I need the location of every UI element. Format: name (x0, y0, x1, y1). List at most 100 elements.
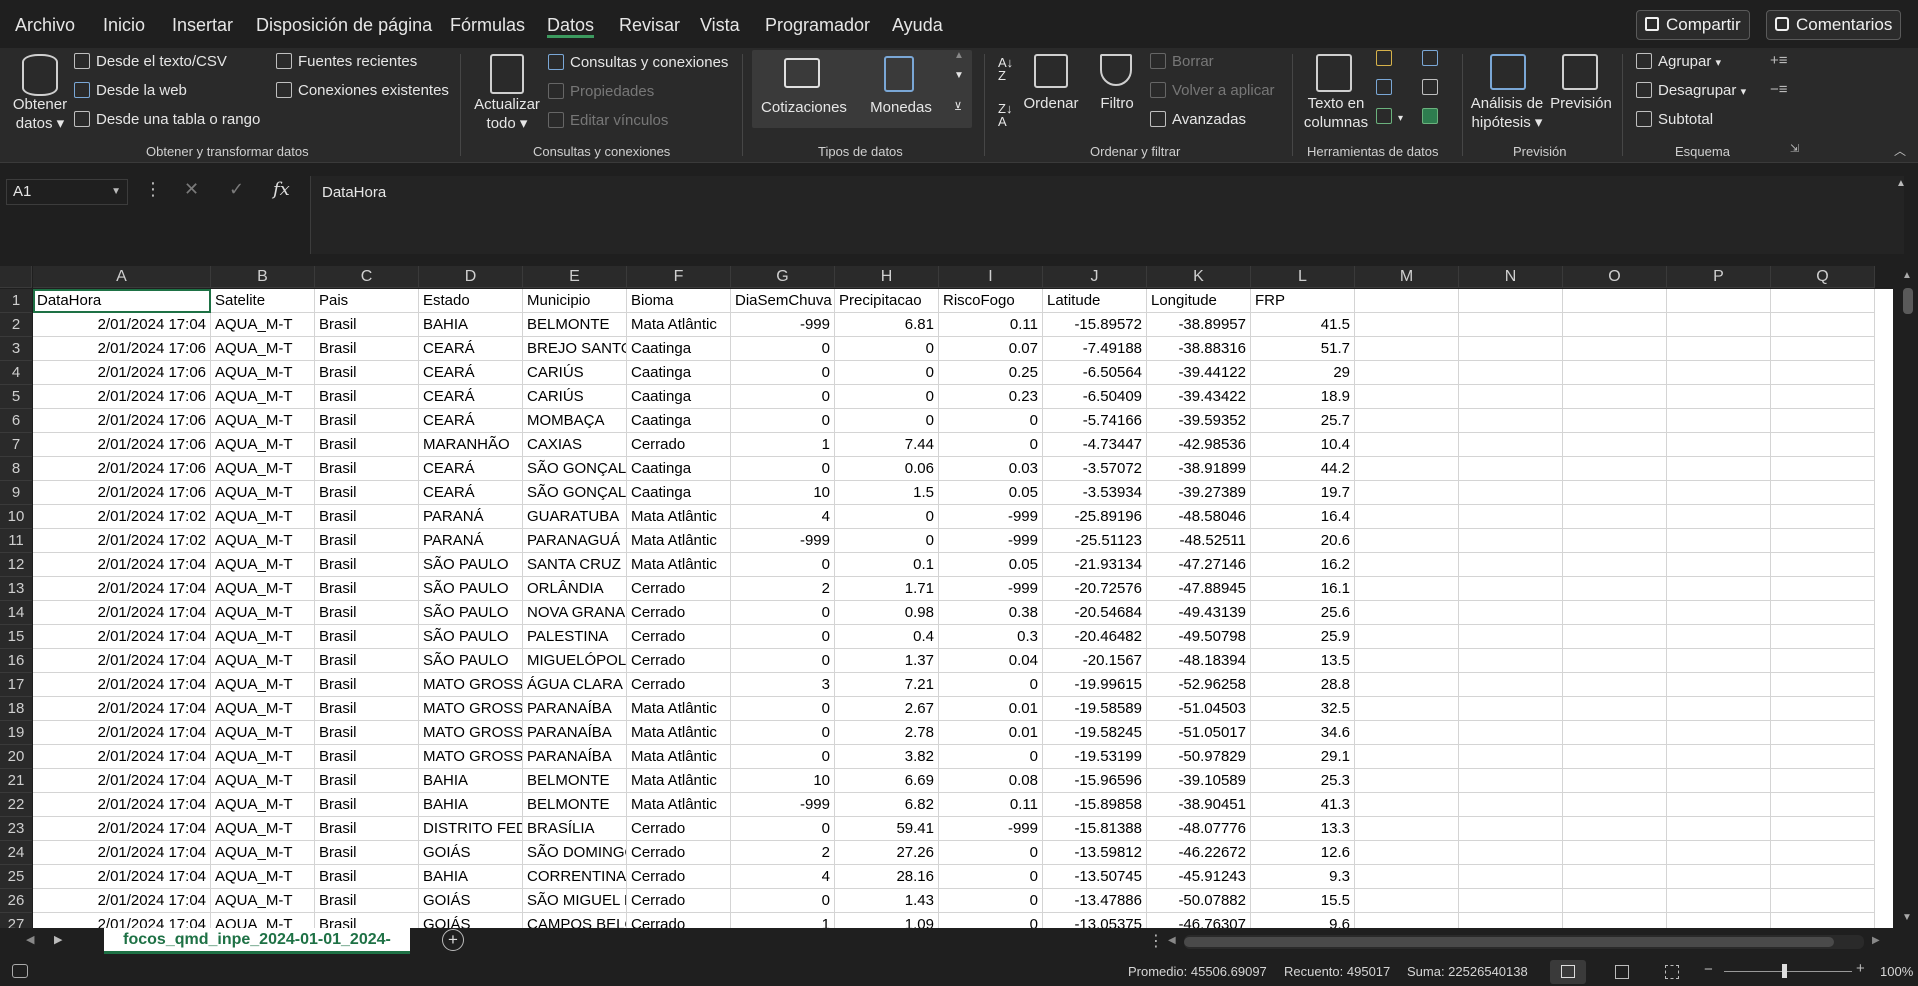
table-cell[interactable] (1355, 649, 1459, 673)
table-cell[interactable]: 0.08 (939, 769, 1043, 793)
table-cell[interactable]: MATO GROSSO (419, 745, 523, 769)
table-cell[interactable]: 59.41 (835, 817, 939, 841)
table-cell[interactable]: 25.3 (1251, 769, 1355, 793)
table-cell[interactable]: Brasil (315, 505, 419, 529)
recent-sources-button[interactable]: Fuentes recientes (276, 53, 417, 70)
table-cell[interactable]: -51.05017 (1147, 721, 1251, 745)
table-cell[interactable]: 0 (731, 745, 835, 769)
table-cell[interactable] (1771, 625, 1875, 649)
table-cell[interactable] (1667, 457, 1771, 481)
collapse-ribbon-icon[interactable]: ︿ (1894, 142, 1906, 159)
table-cell[interactable]: CEARÁ (419, 481, 523, 505)
header-cell[interactable]: FRP (1251, 289, 1355, 313)
table-cell[interactable]: 6.81 (835, 313, 939, 337)
table-cell[interactable]: -20.72576 (1043, 577, 1147, 601)
share-button[interactable]: Compartir (1636, 10, 1750, 40)
table-cell[interactable]: AQUA_M-T (211, 889, 315, 913)
table-cell[interactable]: 2/01/2024 17:04 (33, 769, 211, 793)
table-cell[interactable]: 2/01/2024 17:04 (33, 313, 211, 337)
table-cell[interactable]: 1.09 (835, 913, 939, 928)
sort-az-icon[interactable]: A↓ Z (998, 56, 1013, 82)
table-cell[interactable]: Mata Atlântic (627, 745, 731, 769)
table-cell[interactable]: 0 (939, 409, 1043, 433)
table-cell[interactable]: -51.04503 (1147, 697, 1251, 721)
table-cell[interactable]: 0 (939, 913, 1043, 928)
table-cell[interactable]: 15.5 (1251, 889, 1355, 913)
table-cell[interactable]: AQUA_M-T (211, 361, 315, 385)
table-cell[interactable] (1771, 889, 1875, 913)
existing-connections-button[interactable]: Conexiones existentes (276, 82, 449, 99)
properties-button[interactable]: Propiedades (548, 83, 654, 100)
table-cell[interactable]: CEARÁ (419, 385, 523, 409)
next-sheet-icon[interactable]: ▶ (54, 933, 62, 946)
table-cell[interactable] (1355, 889, 1459, 913)
scroll-left-icon[interactable]: ◀ (1168, 935, 1176, 946)
table-cell[interactable]: -39.10589 (1147, 769, 1251, 793)
cell-area[interactable]: DataHora Satelite Pais Estado Municipio Bioma… (33, 289, 1893, 928)
table-cell[interactable]: BAHIA (419, 865, 523, 889)
table-cell[interactable]: AQUA_M-T (211, 673, 315, 697)
table-cell[interactable] (1459, 913, 1563, 928)
table-cell[interactable]: ÁGUA CLARA (523, 673, 627, 697)
row-header[interactable]: 24 (0, 841, 32, 865)
table-cell[interactable] (1771, 577, 1875, 601)
header-cell[interactable] (1355, 289, 1459, 313)
table-cell[interactable]: MIGUELÓPOLIS (523, 649, 627, 673)
row-header[interactable]: 14 (0, 601, 32, 625)
table-cell[interactable]: 0.38 (939, 601, 1043, 625)
table-cell[interactable]: SÃO PAULO (419, 625, 523, 649)
table-cell[interactable]: -45.91243 (1147, 865, 1251, 889)
table-cell[interactable]: SÃO MIGUEL D (523, 889, 627, 913)
table-cell[interactable]: -15.81388 (1043, 817, 1147, 841)
row-header[interactable]: 2 (0, 313, 32, 337)
table-cell[interactable] (1667, 865, 1771, 889)
queries-connections-button[interactable]: Consultas y conexiones (548, 54, 728, 71)
table-cell[interactable]: -15.89858 (1043, 793, 1147, 817)
table-cell[interactable] (1667, 913, 1771, 928)
table-cell[interactable]: 9.6 (1251, 913, 1355, 928)
table-cell[interactable]: -999 (731, 313, 835, 337)
table-cell[interactable]: 2/01/2024 17:04 (33, 817, 211, 841)
what-if-button[interactable]: Análisis de hipótesis ▾ (1466, 94, 1548, 132)
column-header-h[interactable]: H (835, 266, 939, 288)
table-cell[interactable]: AQUA_M-T (211, 769, 315, 793)
table-cell[interactable]: AQUA_M-T (211, 841, 315, 865)
table-cell[interactable]: -38.88316 (1147, 337, 1251, 361)
gallery-down-icon[interactable]: ▼ (954, 70, 964, 81)
table-cell[interactable]: -6.50564 (1043, 361, 1147, 385)
stocks-button[interactable]: Cotizaciones (756, 98, 852, 117)
add-sheet-icon[interactable]: + (442, 929, 464, 951)
table-cell[interactable]: Cerrado (627, 601, 731, 625)
table-cell[interactable]: -19.58245 (1043, 721, 1147, 745)
show-detail-icon[interactable]: +≡ (1770, 52, 1788, 69)
table-cell[interactable]: AQUA_M-T (211, 409, 315, 433)
table-cell[interactable] (1667, 673, 1771, 697)
table-cell[interactable]: Brasil (315, 841, 419, 865)
table-cell[interactable]: Brasil (315, 577, 419, 601)
table-cell[interactable]: BAHIA (419, 793, 523, 817)
table-cell[interactable]: 16.1 (1251, 577, 1355, 601)
table-cell[interactable] (1459, 409, 1563, 433)
table-cell[interactable]: Cerrado (627, 889, 731, 913)
table-cell[interactable]: 2/01/2024 17:04 (33, 577, 211, 601)
table-cell[interactable]: -20.1567 (1043, 649, 1147, 673)
table-cell[interactable]: Mata Atlântic (627, 505, 731, 529)
page-break-icon[interactable] (1665, 965, 1679, 979)
table-cell[interactable]: Cerrado (627, 865, 731, 889)
table-cell[interactable] (1667, 361, 1771, 385)
table-cell[interactable]: -999 (731, 529, 835, 553)
table-cell[interactable] (1459, 385, 1563, 409)
table-cell[interactable] (1667, 505, 1771, 529)
table-cell[interactable]: AQUA_M-T (211, 481, 315, 505)
table-cell[interactable] (1771, 505, 1875, 529)
row-header[interactable]: 18 (0, 697, 32, 721)
table-cell[interactable]: 34.6 (1251, 721, 1355, 745)
table-cell[interactable]: 13.3 (1251, 817, 1355, 841)
table-cell[interactable]: -47.88945 (1147, 577, 1251, 601)
from-text-csv-button[interactable]: Desde el texto/CSV (74, 53, 227, 70)
table-cell[interactable]: -13.47886 (1043, 889, 1147, 913)
data-model-button[interactable] (1422, 108, 1444, 125)
table-cell[interactable] (1771, 745, 1875, 769)
table-cell[interactable]: 0 (939, 865, 1043, 889)
subtotal-button[interactable]: Subtotal (1636, 111, 1713, 128)
